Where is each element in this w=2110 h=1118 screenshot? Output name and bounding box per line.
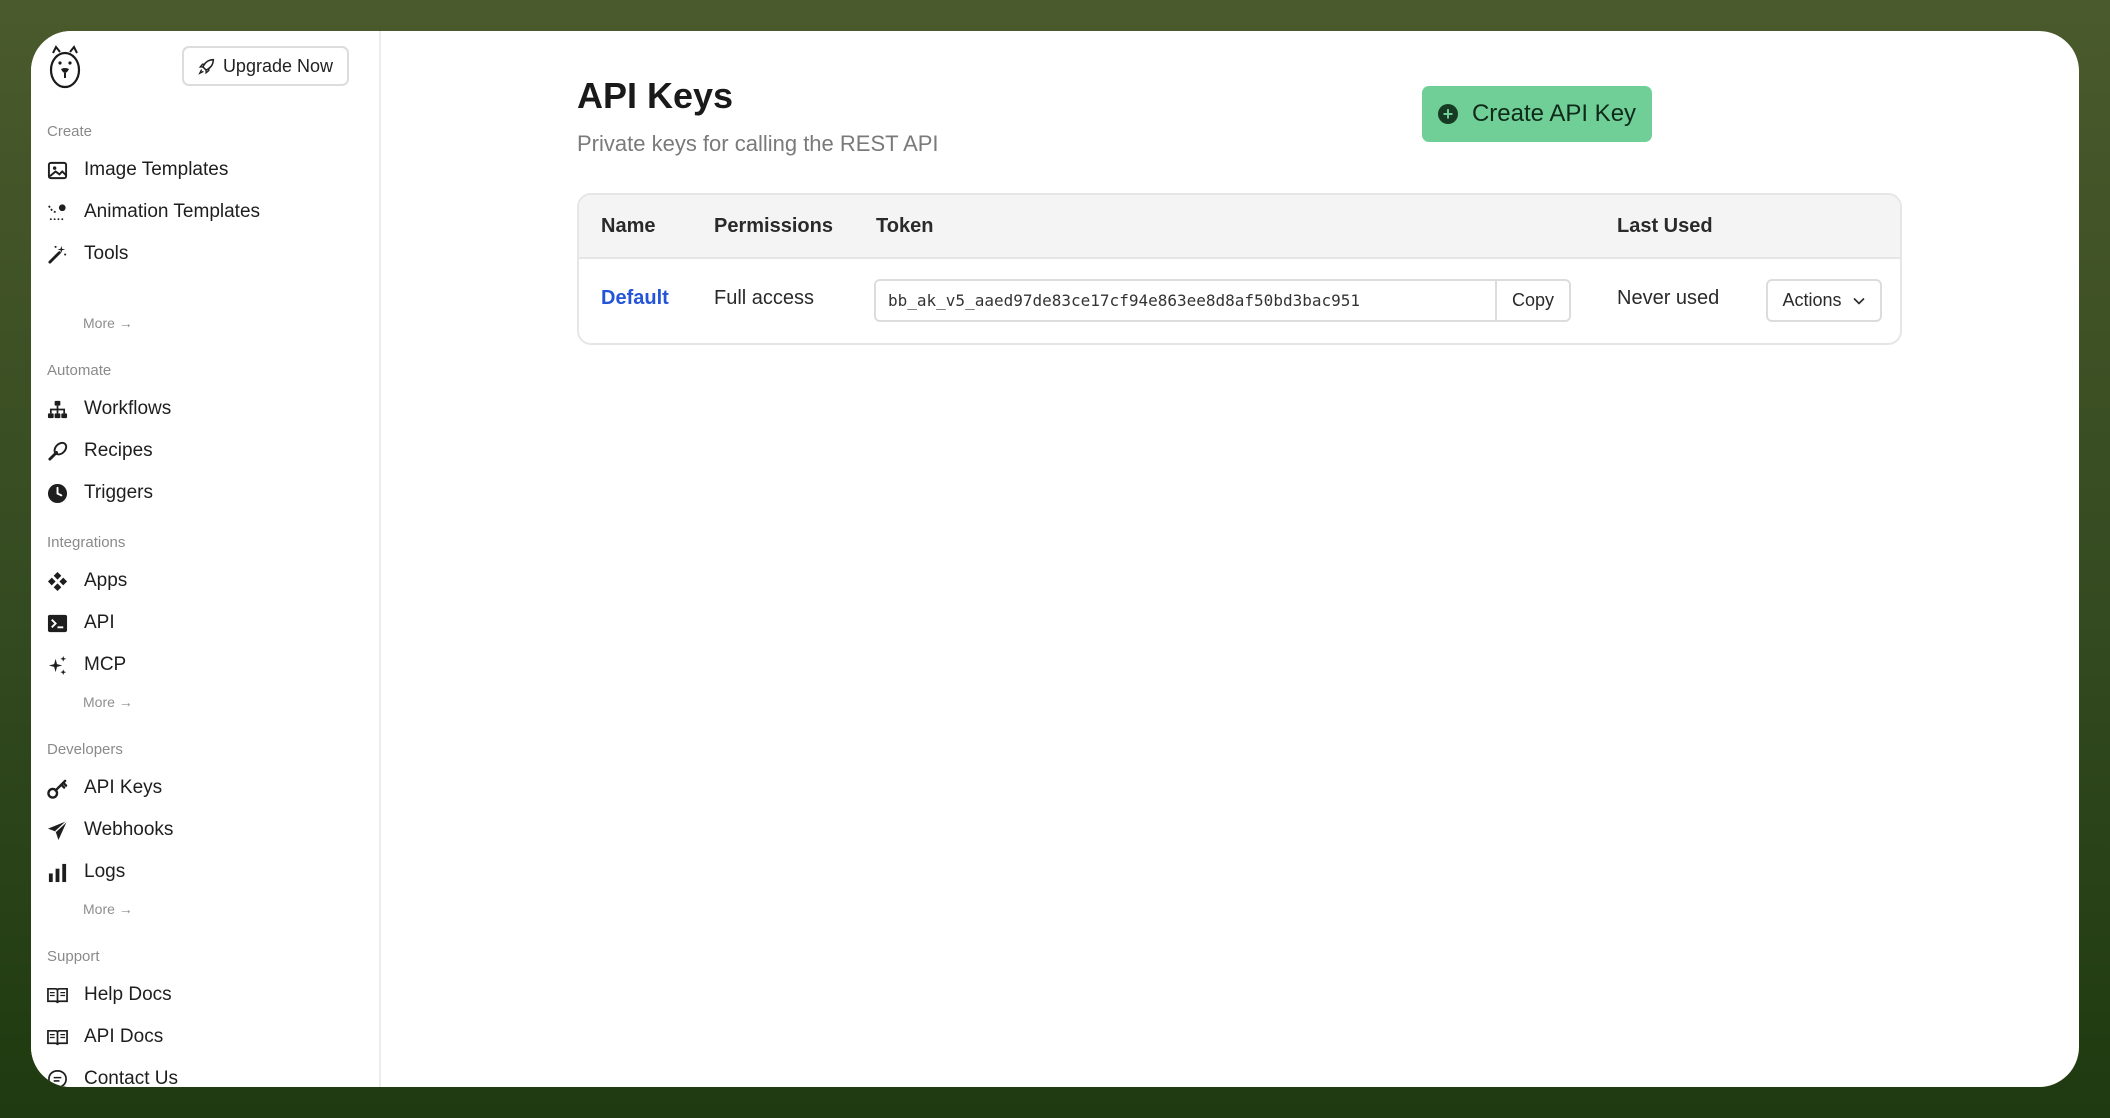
sidebar-item-api-docs[interactable]: API Docs [47,1020,163,1054]
sidebar-item-workflows[interactable]: Workflows [47,392,171,426]
chat-bubble-icon [47,1069,68,1087]
magic-wand-icon [47,244,68,265]
page-subtitle: Private keys for calling the REST API [577,131,939,156]
key-icon [47,778,68,799]
more-link-developers[interactable]: More → [83,901,133,917]
sidebar-item-label: Animation Templates [84,201,261,222]
sidebar-item-label: Logs [84,861,126,882]
sidebar-item-label: API [84,612,115,633]
table-header: Name Permissions Token Last Used [579,195,1900,259]
sidebar-item-label: Image Templates [84,159,229,180]
api-key-permissions: Full access [714,287,815,309]
sidebar-item-label: Recipes [84,440,153,461]
book-open-icon [47,985,68,1006]
table-row: Default Full access Copy Never used Acti… [579,259,1900,343]
bar-chart-icon [47,862,68,883]
copy-token-button[interactable]: Copy [1495,281,1569,320]
sparkles-icon [47,655,68,676]
token-input[interactable] [876,281,1495,320]
animation-icon [47,202,68,223]
image-icon [47,160,68,181]
section-label-automate: Automate [47,362,112,379]
plus-circle-icon: + [1437,104,1458,124]
sidebar-item-label: Webhooks [84,819,174,840]
actions-dropdown-button[interactable]: Actions [1766,279,1882,322]
sidebar-item-label: Contact Us [84,1068,178,1087]
section-label-support: Support [47,948,100,965]
upgrade-now-label: Upgrade Now [222,55,333,76]
sidebar-item-triggers[interactable]: Triggers [47,476,153,510]
token-field-group: Copy [874,279,1571,322]
bear-logo-icon[interactable] [47,45,83,89]
sidebar-item-webhooks[interactable]: Webhooks [47,813,173,847]
sidebar-item-animation-templates[interactable]: Animation Templates [47,195,260,229]
column-header-permissions: Permissions [714,215,833,237]
sidebar-item-help-docs[interactable]: Help Docs [47,978,172,1012]
sidebar-item-label: Apps [84,570,128,591]
paper-plane-icon [47,819,68,841]
sidebar-item-recipes[interactable]: Recipes [47,434,153,468]
sidebar-item-label: API Keys [84,777,163,798]
chevron-down-icon [1852,297,1865,305]
column-header-name: Name [601,215,656,237]
sidebar-item-mcp[interactable]: MCP [47,648,126,682]
whisk-icon [47,441,68,462]
actions-label: Actions [1782,290,1842,310]
sidebar-item-label: MCP [84,654,127,675]
api-key-last-used: Never used [1617,287,1720,309]
app-window: Upgrade Now Create Image Templates Anima… [31,31,2079,1087]
sidebar-item-apps[interactable]: Apps [47,564,127,598]
sidebar-item-api-keys[interactable]: API Keys [47,771,162,805]
create-api-key-label: Create API Key [1471,100,1637,127]
sidebar-item-label: Workflows [84,398,172,419]
section-label-integrations: Integrations [47,534,126,551]
sidebar: Upgrade Now Create Image Templates Anima… [31,31,381,1087]
more-link-integrations[interactable]: More → [83,694,133,710]
sidebar-item-image-templates[interactable]: Image Templates [47,153,228,187]
create-api-key-button[interactable]: + Create API Key [1422,86,1652,142]
api-keys-table: Name Permissions Token Last Used Default… [577,193,1902,345]
sidebar-item-label: Tools [84,243,129,264]
page-title: API Keys [577,75,734,116]
sidebar-item-tools[interactable]: Tools [47,237,128,271]
sidebar-header: Upgrade Now [47,45,349,105]
clock-icon [47,483,68,504]
column-header-token: Token [876,215,934,237]
rocket-icon [198,58,215,75]
section-label-developers: Developers [47,741,123,758]
sidebar-item-label: API Docs [84,1026,164,1047]
book-open-icon [47,1027,68,1048]
sidebar-item-label: Help Docs [84,984,172,1005]
terminal-icon [47,613,68,634]
sitemap-icon [47,399,68,420]
sidebar-item-label: Triggers [84,482,153,503]
sidebar-item-api[interactable]: API [47,606,115,640]
sidebar-item-logs[interactable]: Logs [47,855,125,889]
column-header-last-used: Last Used [1617,215,1713,237]
api-key-name-link[interactable]: Default [601,287,669,310]
main-content: API Keys Private keys for calling the RE… [381,31,2079,1087]
sidebar-item-contact-us[interactable]: Contact Us [47,1062,178,1087]
apps-diamond-icon [47,571,68,592]
more-link-create[interactable]: More → [83,315,133,331]
section-label-create: Create [47,123,93,140]
upgrade-now-button[interactable]: Upgrade Now [181,46,349,86]
